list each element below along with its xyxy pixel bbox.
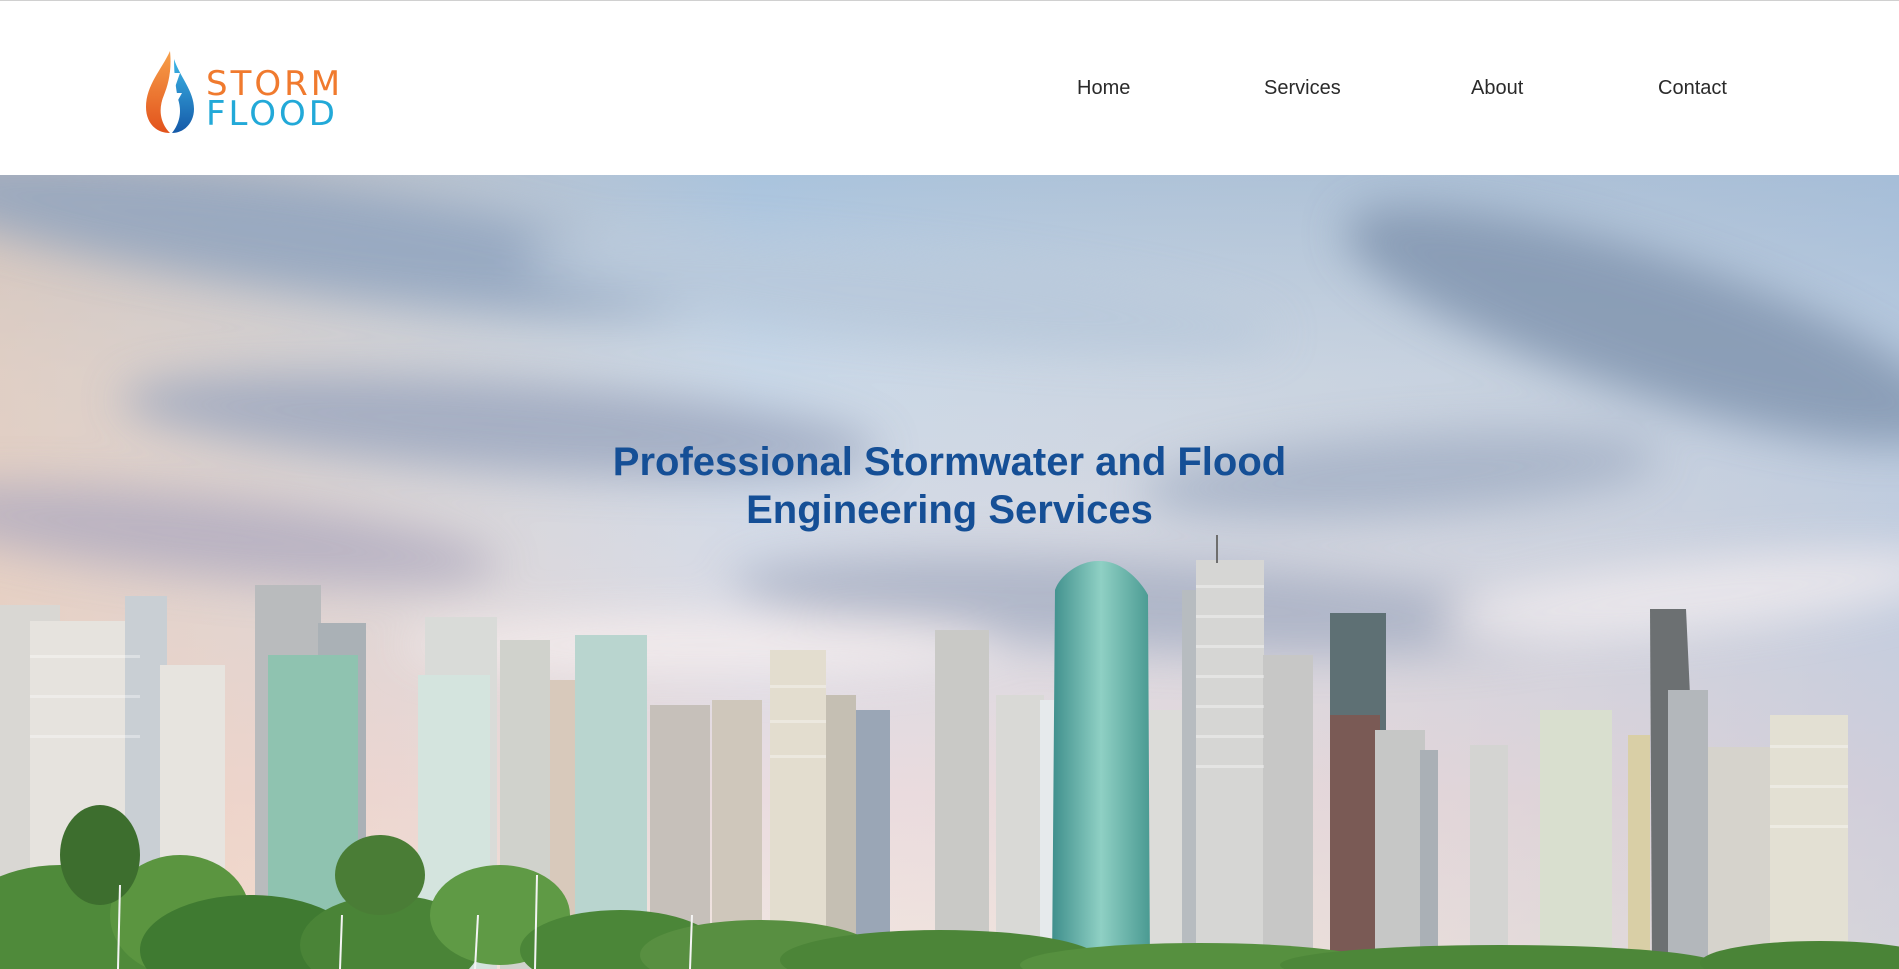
flame-droplet-lightning-icon bbox=[146, 51, 194, 133]
nav-contact-link[interactable]: Contact bbox=[1658, 77, 1727, 100]
nav-services-link[interactable]: Services bbox=[1264, 77, 1341, 100]
nav-about-link[interactable]: About bbox=[1471, 77, 1523, 100]
site-header: STORM FLOOD Home Services About Contact bbox=[0, 1, 1899, 175]
main-nav: Home Services About Contact bbox=[1040, 1, 1800, 175]
hero-title-line-2: Engineering Services bbox=[746, 488, 1153, 532]
nav-home-link[interactable]: Home bbox=[1077, 77, 1130, 100]
hero-banner: Professional Stormwater and Flood Engine… bbox=[0, 175, 1899, 969]
hero-title-line-1: Professional Stormwater and Flood bbox=[612, 440, 1287, 484]
site-logo[interactable]: STORM FLOOD bbox=[140, 49, 390, 135]
city-skyline-image bbox=[0, 175, 1899, 969]
hero-title: Professional Stormwater and Flood Engine… bbox=[450, 438, 1449, 534]
logo-text-flood: FLOOD bbox=[206, 94, 338, 134]
